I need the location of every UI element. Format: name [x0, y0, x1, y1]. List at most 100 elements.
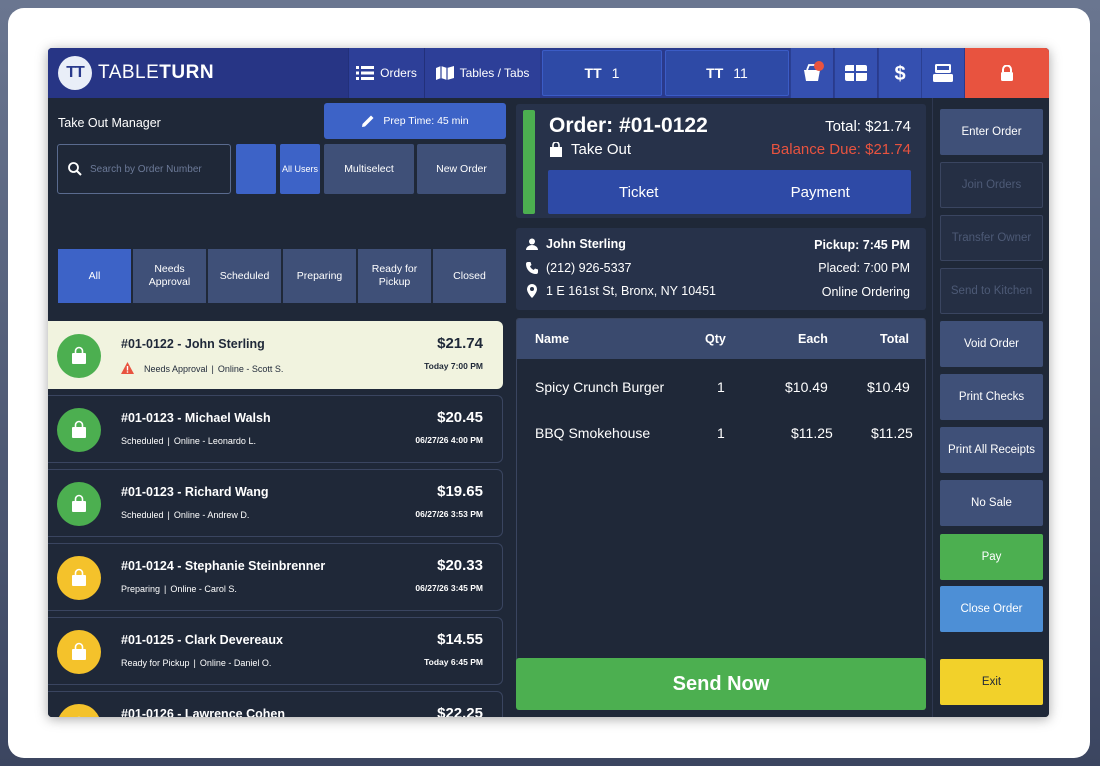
separator: | — [211, 364, 214, 374]
order-card[interactable]: #01-0122 - John Sterling Needs Approval | O… — [48, 321, 503, 389]
tab-ticket[interactable]: Ticket — [548, 170, 730, 214]
order-card[interactable]: #01-0123 - Michael Walsh Scheduled | Online… — [48, 395, 503, 463]
item-total: $10.49 — [867, 379, 910, 395]
tt1-button[interactable]: TT 1 — [542, 50, 662, 96]
top-bar: TT TABLETURN Orders Tables / Tabs TT 1 TT… — [48, 48, 1049, 98]
table-row[interactable]: BBQ Smokehouse 1 $11.25 $11.25 — [517, 425, 925, 455]
shopping-bag-icon — [57, 556, 101, 600]
order-card-price: $20.45 — [437, 409, 483, 426]
orders-button[interactable]: Orders — [348, 48, 424, 98]
order-total: Total: $21.74 — [825, 118, 911, 135]
svg-text:$: $ — [894, 63, 905, 83]
order-type: Take Out — [549, 141, 631, 158]
pickup-time: Pickup: 7:45 PM — [814, 238, 910, 252]
print-all-receipts-button[interactable]: Print All Receipts — [940, 427, 1043, 473]
order-card-subtitle: Preparing | Online - Carol S. — [121, 584, 237, 594]
tt1-prefix: TT — [584, 65, 602, 81]
prep-time-button[interactable]: Prep Time: 45 min — [324, 103, 506, 139]
shopping-bag-icon — [57, 408, 101, 452]
all-users-button[interactable]: All Users — [280, 144, 320, 194]
tab-payment[interactable]: Payment — [730, 170, 912, 214]
print-checks-button[interactable]: Print Checks — [940, 374, 1043, 420]
order-card-status: Needs Approval — [144, 364, 208, 374]
order-header: Order: #01-0122 Take Out Total: $21.74 B… — [516, 104, 926, 218]
void-order-button[interactable]: Void Order — [940, 321, 1043, 367]
tables-tabs-button[interactable]: Tables / Tabs — [424, 48, 540, 98]
order-card[interactable]: #01-0125 - Clark Devereaux Ready for Pick… — [48, 617, 503, 685]
customer-address: 1 E 161st St, Bronx, NY 10451 — [546, 284, 717, 298]
order-card-source: Online - Carol S. — [170, 584, 237, 594]
logo-text: TABLETURN — [98, 62, 214, 84]
pencil-icon — [362, 115, 374, 127]
pay-button[interactable]: Pay — [940, 534, 1043, 580]
order-search[interactable] — [57, 144, 231, 194]
item-each: $11.25 — [791, 425, 833, 441]
register-button[interactable] — [921, 48, 964, 98]
order-card-source: Online - Leonardo L. — [173, 436, 256, 446]
tab-needs-approval[interactable]: Needs Approval — [133, 249, 206, 303]
map-icon — [435, 66, 454, 80]
multiselect-button[interactable]: Multiselect — [324, 144, 414, 194]
search-input[interactable] — [90, 163, 220, 175]
new-order-button[interactable]: New Order — [417, 144, 506, 194]
table-row[interactable]: Spicy Crunch Burger 1 $10.49 $10.49 — [517, 379, 925, 409]
header-each: Each — [798, 332, 828, 346]
customer-phone-row: (212) 926-5337 — [526, 261, 631, 275]
join-orders-button[interactable]: Join Orders — [940, 162, 1043, 208]
order-card-source: Online - Daniel O. — [199, 658, 272, 668]
order-card-price: $14.55 — [437, 631, 483, 648]
order-card-time: Today 6:45 PM — [424, 657, 483, 667]
order-card-title: #01-0123 - Michael Walsh — [121, 411, 271, 425]
items-header: Name Qty Each Total — [517, 319, 925, 359]
tt11-value: 11 — [733, 65, 748, 81]
order-card-status: Scheduled — [121, 510, 164, 520]
transfer-owner-button[interactable]: Transfer Owner — [940, 215, 1043, 261]
lock-icon — [1001, 65, 1013, 81]
close-order-button[interactable]: Close Order — [940, 586, 1043, 632]
order-card-title: #01-0125 - Clark Devereaux — [121, 633, 283, 647]
gift-card-button[interactable] — [834, 48, 877, 98]
send-now-button[interactable]: Send Now — [516, 658, 926, 710]
order-card-time: 06/27/26 3:45 PM — [415, 583, 483, 593]
send-to-kitchen-button[interactable]: Send to Kitchen — [940, 268, 1043, 314]
user-filter-button[interactable] — [236, 144, 276, 194]
cash-button[interactable]: $ — [878, 48, 921, 98]
customer-info: John Sterling (212) 926-5337 1 E 161st S… — [516, 228, 926, 310]
item-total: $11.25 — [871, 425, 913, 441]
order-card[interactable]: #01-0123 - Richard Wang Scheduled | Online … — [48, 469, 503, 537]
lock-button[interactable] — [965, 48, 1049, 98]
actions-panel: Enter Order Join Orders Transfer Owner S… — [932, 98, 1049, 717]
takeout-notification-button[interactable] — [790, 48, 833, 98]
order-card-status: Scheduled — [121, 436, 164, 446]
order-card-status: Ready for Pickup — [121, 658, 190, 668]
logo-text-bold: TURN — [159, 62, 215, 83]
balance-due: Balance Due: $21.74 — [770, 141, 911, 158]
tab-preparing[interactable]: Preparing — [283, 249, 356, 303]
tab-scheduled[interactable]: Scheduled — [208, 249, 281, 303]
order-number: Order: #01-0122 — [549, 114, 708, 137]
placed-time: Placed: 7:00 PM — [818, 261, 910, 275]
tab-ready-for-pickup[interactable]: Ready for Pickup — [358, 249, 431, 303]
item-name: Spicy Crunch Burger — [535, 379, 665, 395]
separator: | — [164, 584, 167, 594]
ticket-payment-tabs: Ticket Payment — [548, 170, 911, 214]
header-total: Total — [880, 332, 909, 346]
tab-all[interactable]: All — [58, 249, 131, 303]
header-name: Name — [535, 332, 570, 346]
no-sale-button[interactable]: No Sale — [940, 480, 1043, 526]
tab-closed[interactable]: Closed — [433, 249, 506, 303]
person-icon — [526, 238, 538, 250]
dollar-icon: $ — [894, 63, 905, 83]
item-qty: 1 — [717, 425, 725, 441]
enter-order-button[interactable]: Enter Order — [940, 109, 1043, 155]
separator: | — [167, 436, 170, 446]
shopping-bag-icon — [57, 630, 101, 674]
order-card-source: Online - Scott S. — [217, 364, 284, 374]
exit-button[interactable]: Exit — [940, 659, 1043, 705]
order-card[interactable]: #01-0126 - Lawrence CohenReady for Picku… — [48, 691, 503, 717]
takeout-manager-panel: Take Out Manager Prep Time: 45 min All U… — [48, 98, 510, 717]
order-card-price: $21.74 — [437, 335, 483, 352]
tt11-button[interactable]: TT 11 — [665, 50, 789, 96]
shopping-bag-icon — [57, 482, 101, 526]
order-card[interactable]: #01-0124 - Stephanie Steinbrenner Prepari… — [48, 543, 503, 611]
